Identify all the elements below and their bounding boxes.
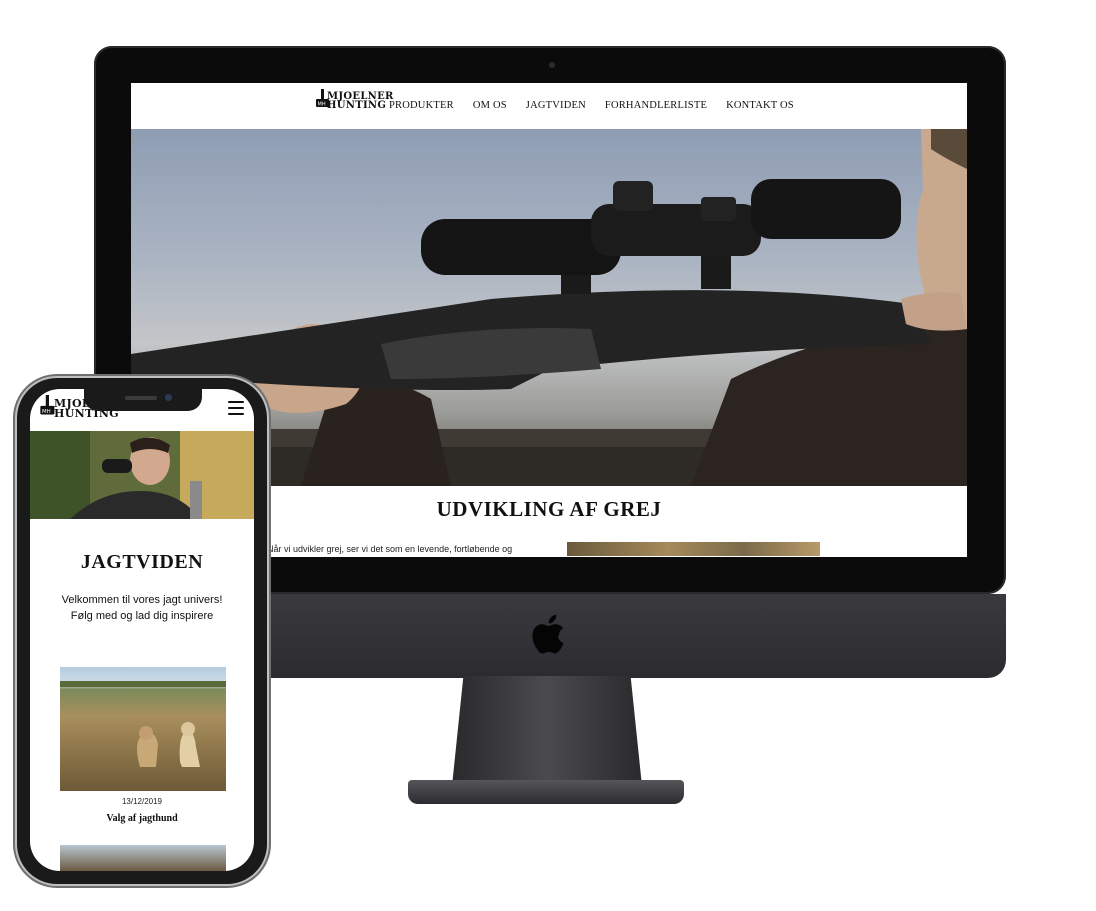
post-image[interactable]: [60, 667, 226, 791]
nav-jagtviden[interactable]: JAGTVIDEN: [526, 100, 586, 111]
logo-wordmark: MJOELNER HUNTING: [327, 92, 394, 111]
site-header: MH MJOELNER HUNTING PRODUKTER OM OS JAGT…: [131, 83, 967, 129]
imac-camera: [549, 62, 555, 68]
site-logo[interactable]: MH MJOELNER HUNTING: [314, 89, 393, 115]
intro-line-2: Følg med og lad dig inspirere: [70, 610, 214, 622]
phone-notch: [84, 389, 202, 411]
binoculars-hunter-illustration: [30, 431, 254, 519]
section-body-text: Når vi udvikler grej, ser vi det som en …: [267, 544, 513, 554]
imac-stand-neck: [452, 676, 642, 786]
mobile-screen: MH MJOELNER HUNTING JAGTVIDEN Velkommen …: [30, 389, 254, 871]
mobile-hero-image: [30, 431, 254, 519]
nav-produkter[interactable]: PRODUKTER: [389, 100, 454, 111]
nav-forhandlerliste[interactable]: FORHANDLERLISTE: [605, 100, 707, 111]
nav-kontakt-os[interactable]: KONTAKT OS: [726, 100, 794, 111]
imac-stand-foot: [408, 780, 684, 804]
speaker-grille: [125, 396, 157, 400]
svg-text:MH: MH: [318, 102, 326, 108]
main-nav: PRODUKTER OM OS JAGTVIDEN FORHANDLERLIST…: [389, 100, 813, 111]
intro-text: Velkommen til vores jagt univers! Følg m…: [30, 592, 254, 624]
intro-line-1: Velkommen til vores jagt univers!: [61, 594, 223, 606]
logo-line-2: HUNTING: [327, 100, 387, 111]
apple-logo-icon: [532, 614, 564, 654]
post-title-link[interactable]: Valg af jagthund: [30, 813, 254, 824]
post-image[interactable]: [60, 845, 226, 871]
post-date: 13/12/2019: [121, 797, 163, 806]
hamburger-icon[interactable]: [228, 401, 244, 415]
page-title: JAGTVIDEN: [80, 551, 204, 573]
front-camera: [165, 394, 172, 401]
hunting-dogs-illustration: [60, 681, 226, 767]
svg-text:MH: MH: [42, 409, 51, 415]
nav-om-os[interactable]: OM OS: [473, 100, 507, 111]
section-image: [567, 542, 820, 556]
